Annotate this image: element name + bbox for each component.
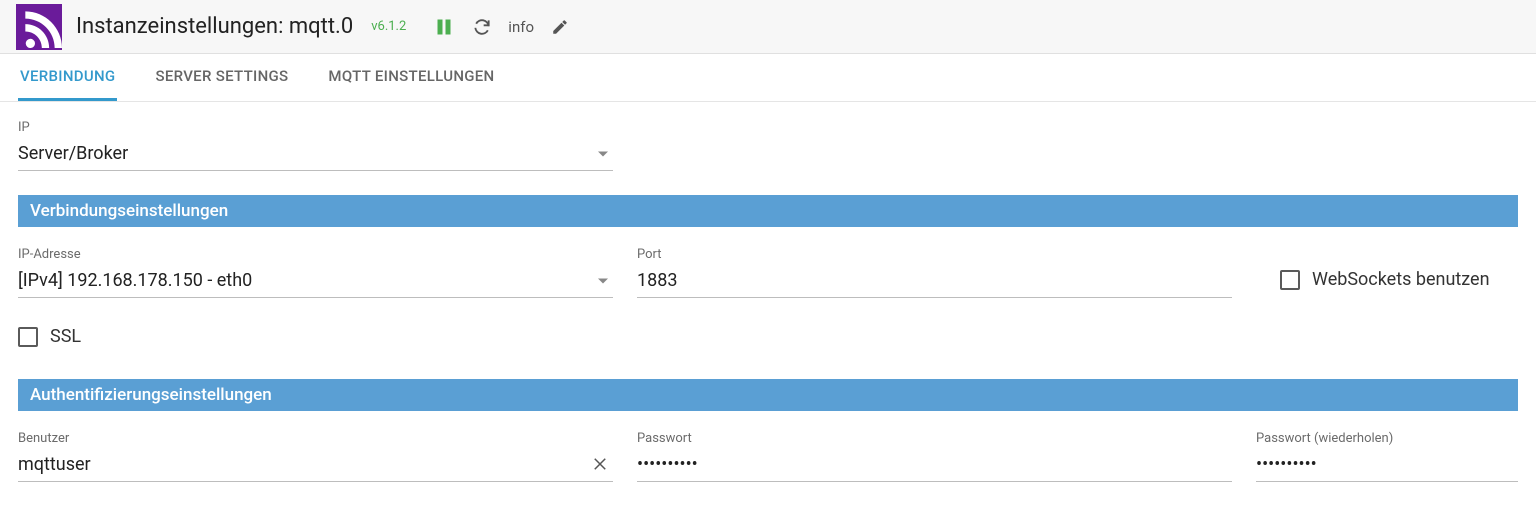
pause-button[interactable] — [432, 15, 456, 39]
user-label: Benutzer — [18, 431, 613, 446]
ip-label: IP — [18, 120, 613, 135]
pause-icon — [436, 19, 452, 35]
adapter-logo — [16, 4, 62, 50]
password-repeat-label: Passwort (wiederholen) — [1256, 431, 1518, 446]
tab-bar: VERBINDUNG SERVER SETTINGS MQTT EINSTELL… — [0, 54, 1536, 102]
pencil-icon — [551, 18, 569, 36]
ip-field: IP Server/Broker — [18, 120, 613, 171]
user-input[interactable] — [18, 450, 613, 482]
password-repeat-input[interactable] — [1256, 450, 1518, 482]
password-field: Passwort — [637, 431, 1232, 482]
ip-select-wrap[interactable]: Server/Broker — [18, 139, 613, 171]
ip-address-field: IP-Adresse [IPv4] 192.168.178.150 - eth0 — [18, 247, 613, 298]
refresh-button[interactable] — [470, 15, 494, 39]
connection-row: IP-Adresse [IPv4] 192.168.178.150 - eth0… — [18, 247, 1518, 298]
ip-address-select-wrap[interactable]: [IPv4] 192.168.178.150 - eth0 — [18, 266, 613, 298]
section-heading-connection: Verbindungseinstellungen — [18, 195, 1518, 227]
tab-verbindung[interactable]: VERBINDUNG — [18, 54, 117, 101]
info-link[interactable]: info — [508, 18, 534, 36]
clear-user-button[interactable] — [591, 455, 609, 477]
ssl-label: SSL — [50, 326, 81, 347]
edit-button[interactable] — [548, 15, 572, 39]
ssl-field: SSL — [18, 326, 81, 355]
ip-address-select[interactable]: [IPv4] 192.168.178.150 - eth0 — [18, 266, 613, 298]
port-field: Port — [637, 247, 1232, 298]
page-title: Instanzeinstellungen: mqtt.0 — [76, 14, 353, 39]
port-input[interactable] — [637, 266, 1232, 298]
tab-mqtt-einstellungen[interactable]: MQTT EINSTELLUNGEN — [326, 54, 496, 101]
auth-row: Benutzer Passwort Passwort (wiederholen) — [18, 431, 1518, 482]
section-heading-auth: Authentifizierungseinstellungen — [18, 379, 1518, 411]
password-repeat-field: Passwort (wiederholen) — [1256, 431, 1518, 482]
version-label: v6.1.2 — [371, 19, 406, 34]
top-bar: Instanzeinstellungen: mqtt.0 v6.1.2 info — [0, 0, 1536, 54]
port-label: Port — [637, 247, 1232, 262]
tab-server-settings[interactable]: SERVER SETTINGS — [153, 54, 290, 101]
password-label: Passwort — [637, 431, 1232, 446]
close-icon — [591, 455, 609, 473]
content-area: IP Server/Broker Verbindungseinstellunge… — [0, 102, 1536, 500]
websockets-checkbox[interactable] — [1280, 270, 1300, 290]
ssl-row: SSL — [18, 326, 1518, 355]
ip-address-label: IP-Adresse — [18, 247, 613, 262]
websockets-label: WebSockets benutzen — [1312, 269, 1490, 290]
password-input[interactable] — [637, 450, 1232, 482]
ssl-checkbox[interactable] — [18, 327, 38, 347]
ip-select[interactable]: Server/Broker — [18, 139, 613, 171]
websockets-field: WebSockets benutzen — [1280, 269, 1490, 298]
user-field: Benutzer — [18, 431, 613, 482]
rss-icon — [18, 4, 62, 48]
refresh-icon — [472, 17, 492, 37]
